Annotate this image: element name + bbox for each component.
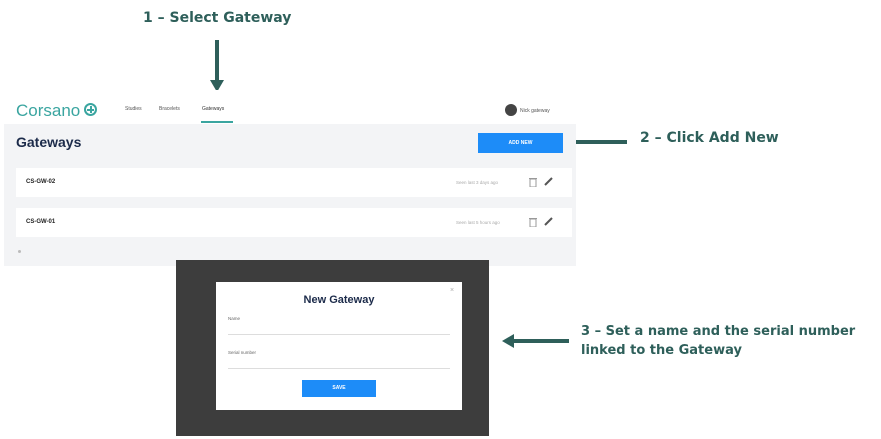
pencil-icon[interactable]	[544, 177, 553, 186]
logo[interactable]: Corsano	[16, 101, 80, 121]
app-screenshot: Corsano Studies Bracelets Gateways Nick …	[4, 90, 576, 266]
page-title: Gateways	[16, 134, 82, 150]
divider-dot	[18, 250, 21, 253]
arrow-down-icon	[215, 40, 219, 82]
avatar[interactable]	[505, 104, 517, 116]
gateway-row[interactable]: CS-GW-02 Seen last 3 days ago	[16, 168, 572, 197]
pencil-icon[interactable]	[544, 217, 553, 226]
nav-studies[interactable]: Studies	[125, 106, 142, 112]
step-3-label: 3 – Set a name and the serial number lin…	[581, 322, 855, 360]
serial-number-field[interactable]	[228, 357, 450, 369]
gateways-page: Gateways ADD NEW CS-GW-02 Seen last 3 da…	[4, 124, 576, 266]
nav-bracelets[interactable]: Bracelets	[159, 106, 180, 112]
gateway-row[interactable]: CS-GW-01 Seen last 5 hours ago	[16, 208, 572, 237]
gateway-last-seen: Seen last 3 days ago	[456, 180, 499, 185]
top-navigation: Corsano Studies Bracelets Gateways Nick …	[4, 90, 576, 124]
save-button[interactable]: SAVE	[302, 380, 376, 397]
modal-overlay: × New Gateway Name Serial number SAVE	[176, 260, 489, 436]
nav-gateways[interactable]: Gateways	[202, 106, 224, 112]
step-2-label: 2 – Click Add New	[640, 130, 779, 146]
step-3-line-1: 3 – Set a name and the serial number	[581, 324, 856, 339]
gateway-name: CS-GW-02	[26, 179, 56, 185]
trash-icon[interactable]	[529, 217, 537, 227]
name-label: Name	[228, 316, 241, 321]
add-new-button[interactable]: ADD NEW	[478, 133, 563, 153]
user-name[interactable]: Nick gateway	[520, 108, 550, 114]
name-field[interactable]	[228, 323, 450, 335]
arrow-left-icon	[567, 140, 627, 144]
close-icon[interactable]: ×	[450, 287, 454, 294]
step-1-label: 1 – Select Gateway	[143, 10, 292, 26]
gateway-last-seen: Seen last 5 hours ago	[456, 220, 500, 225]
active-tab-indicator	[201, 121, 233, 123]
arrow-left-icon	[513, 339, 569, 343]
serial-number-label: Serial number	[228, 350, 257, 355]
trash-icon[interactable]	[529, 177, 537, 187]
logo-plus-icon	[84, 103, 97, 116]
step-3-line-2: linked to the Gateway	[581, 343, 742, 358]
gateway-name: CS-GW-01	[26, 219, 56, 225]
arrow-head-icon	[502, 334, 514, 348]
new-gateway-modal: × New Gateway Name Serial number SAVE	[216, 282, 462, 410]
modal-title: New Gateway	[303, 294, 375, 306]
